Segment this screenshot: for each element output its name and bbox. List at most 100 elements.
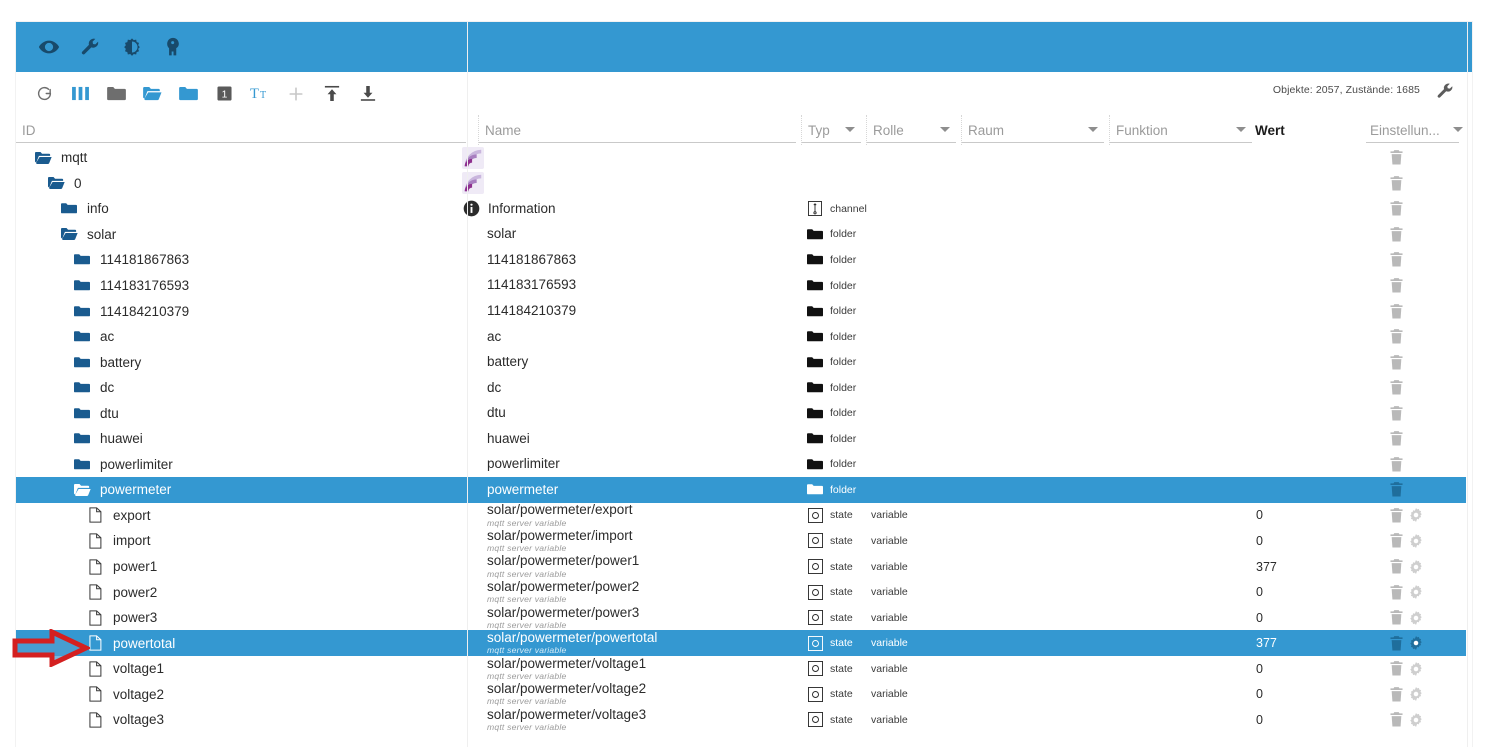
delete-icon[interactable]	[1390, 303, 1403, 319]
tree-row-voltage2[interactable]: voltage2 solar/powermeter/voltage2 mqtt se…	[16, 681, 1472, 707]
filter-id[interactable]: ID	[16, 115, 468, 145]
refresh-icon[interactable]	[26, 79, 62, 109]
settings-icon[interactable]	[1409, 636, 1423, 651]
tree-row-ac[interactable]: ac ac folder	[16, 324, 1472, 350]
row-actions-cell	[1390, 298, 1403, 324]
delete-icon[interactable]	[1390, 584, 1403, 600]
row-actions-cell	[1390, 503, 1423, 529]
eye-icon[interactable]	[38, 33, 80, 61]
delete-icon[interactable]	[1390, 354, 1403, 370]
tree-row-dc[interactable]: dc dc folder	[16, 375, 1472, 401]
tree-row-power3[interactable]: power3 solar/powermeter/power3 mqtt server…	[16, 605, 1472, 631]
tree-row-solar[interactable]: solar solar folder	[16, 222, 1472, 248]
row-type-label: folder	[830, 407, 857, 420]
depth-one-icon[interactable]: 1	[206, 79, 242, 109]
tree-row-mqtt[interactable]: mqtt	[16, 145, 1472, 171]
tree-row-power1[interactable]: power1 solar/powermeter/power1 mqtt server…	[16, 554, 1472, 580]
row-value-label: 377	[1256, 559, 1277, 574]
filter-name[interactable]: Name	[478, 115, 798, 145]
delete-icon[interactable]	[1390, 482, 1403, 497]
settings-icon[interactable]	[1409, 610, 1423, 625]
tree-row-info[interactable]: info Information channel	[16, 196, 1472, 222]
row-type-cell: folder	[807, 298, 856, 324]
folder-filled-icon[interactable]	[170, 79, 206, 109]
delete-icon[interactable]	[1390, 175, 1403, 191]
folder-open-icon[interactable]	[134, 79, 170, 109]
chevron-down-icon[interactable]	[1236, 127, 1246, 132]
tree-row-0[interactable]: 0	[16, 171, 1472, 197]
delete-icon[interactable]	[1390, 559, 1403, 574]
delete-icon[interactable]	[1390, 686, 1403, 702]
row-type-cell: folder	[807, 452, 856, 478]
tree-row-114184210379[interactable]: 114184210379 114184210379 folder	[16, 298, 1472, 324]
delete-icon[interactable]	[1390, 456, 1403, 472]
user-head-icon[interactable]	[164, 33, 206, 61]
settings-icon[interactable]	[1409, 533, 1423, 548]
folder-icon	[807, 455, 823, 473]
row-value-cell: 0	[1256, 503, 1263, 529]
delete-icon[interactable]	[1390, 712, 1403, 727]
state-icon	[807, 685, 823, 703]
delete-icon[interactable]	[1390, 278, 1403, 293]
row-id-label: 114183176593	[100, 278, 190, 293]
folder-closed-icon[interactable]	[98, 79, 134, 109]
filter-einstellungen[interactable]: Einstellun...	[1364, 115, 1469, 145]
delete-icon[interactable]	[1390, 635, 1403, 651]
contrast-icon[interactable]	[122, 33, 164, 61]
tree-row-powermeter[interactable]: powermeter powermeter folder	[16, 477, 1472, 503]
settings-icon[interactable]	[1409, 712, 1423, 727]
filter-typ[interactable]: Typ	[801, 115, 863, 145]
import-icon[interactable]	[314, 79, 350, 109]
row-id-label: huawei	[100, 431, 143, 447]
delete-icon[interactable]	[1390, 150, 1403, 165]
tree-row-voltage1[interactable]: voltage1 solar/powermeter/voltage1 mqtt se…	[16, 656, 1472, 682]
row-name-label: solar/powermeter/power1	[487, 553, 640, 569]
settings-icon[interactable]	[1409, 661, 1423, 676]
row-id-label: export	[113, 507, 151, 523]
row-type-cell: folder	[807, 400, 856, 426]
delete-icon[interactable]	[1390, 252, 1403, 267]
tree-row-huawei[interactable]: huawei huawei folder	[16, 426, 1472, 452]
tree-row-voltage3[interactable]: voltage3 solar/powermeter/voltage3 mqtt se…	[16, 707, 1472, 733]
settings-icon[interactable]	[1409, 508, 1423, 523]
tree-row-import[interactable]: import solar/powermeter/import mqtt server…	[16, 528, 1472, 554]
tree-row-export[interactable]: export solar/powermeter/export mqtt server…	[16, 503, 1472, 529]
filter-raum[interactable]: Raum	[961, 115, 1106, 145]
settings-wrench-icon[interactable]	[1436, 82, 1454, 105]
delete-icon[interactable]	[1390, 661, 1403, 676]
columns-icon[interactable]	[62, 79, 98, 109]
row-id-label: power2	[113, 584, 158, 600]
tree-row-dtu[interactable]: dtu dtu folder	[16, 400, 1472, 426]
folder-icon	[807, 277, 823, 295]
delete-icon[interactable]	[1390, 507, 1403, 523]
tree-row-114181867863[interactable]: 114181867863 114181867863 folder	[16, 247, 1472, 273]
delete-icon[interactable]	[1390, 533, 1403, 548]
row-name-label: solar	[487, 226, 517, 242]
settings-icon[interactable]	[1409, 585, 1423, 600]
export-icon[interactable]	[350, 79, 386, 109]
delete-icon[interactable]	[1390, 329, 1403, 344]
delete-icon[interactable]	[1390, 610, 1403, 625]
chevron-down-icon[interactable]	[1453, 127, 1463, 132]
tree-row-powerlimiter[interactable]: powerlimiter powerlimiter folder	[16, 452, 1472, 478]
row-name-cell: solar/powermeter/power2 mqtt server varia…	[487, 579, 639, 605]
delete-icon[interactable]	[1390, 201, 1403, 216]
delete-icon[interactable]	[1390, 431, 1403, 446]
settings-icon[interactable]	[1409, 687, 1423, 702]
chevron-down-icon[interactable]	[845, 127, 855, 132]
text-size-icon[interactable]: T T	[242, 79, 278, 109]
wrench-icon[interactable]	[80, 33, 122, 61]
chevron-down-icon[interactable]	[1088, 127, 1098, 132]
tree-row-power2[interactable]: power2 solar/powermeter/power2 mqtt server…	[16, 579, 1472, 605]
filter-rolle[interactable]: Rolle	[866, 115, 958, 145]
filter-funktion[interactable]: Funktion	[1109, 115, 1254, 145]
chevron-down-icon[interactable]	[940, 127, 950, 132]
settings-icon[interactable]	[1409, 559, 1423, 574]
delete-icon[interactable]	[1390, 226, 1403, 242]
tree-row-battery[interactable]: battery battery folder	[16, 349, 1472, 375]
add-icon[interactable]	[278, 79, 314, 109]
delete-icon[interactable]	[1390, 405, 1403, 421]
delete-icon[interactable]	[1390, 380, 1403, 395]
tree-row-powertotal[interactable]: powertotal solar/powermeter/powertotal mqt…	[16, 630, 1472, 656]
tree-row-114183176593[interactable]: 114183176593 114183176593 folder	[16, 273, 1472, 299]
